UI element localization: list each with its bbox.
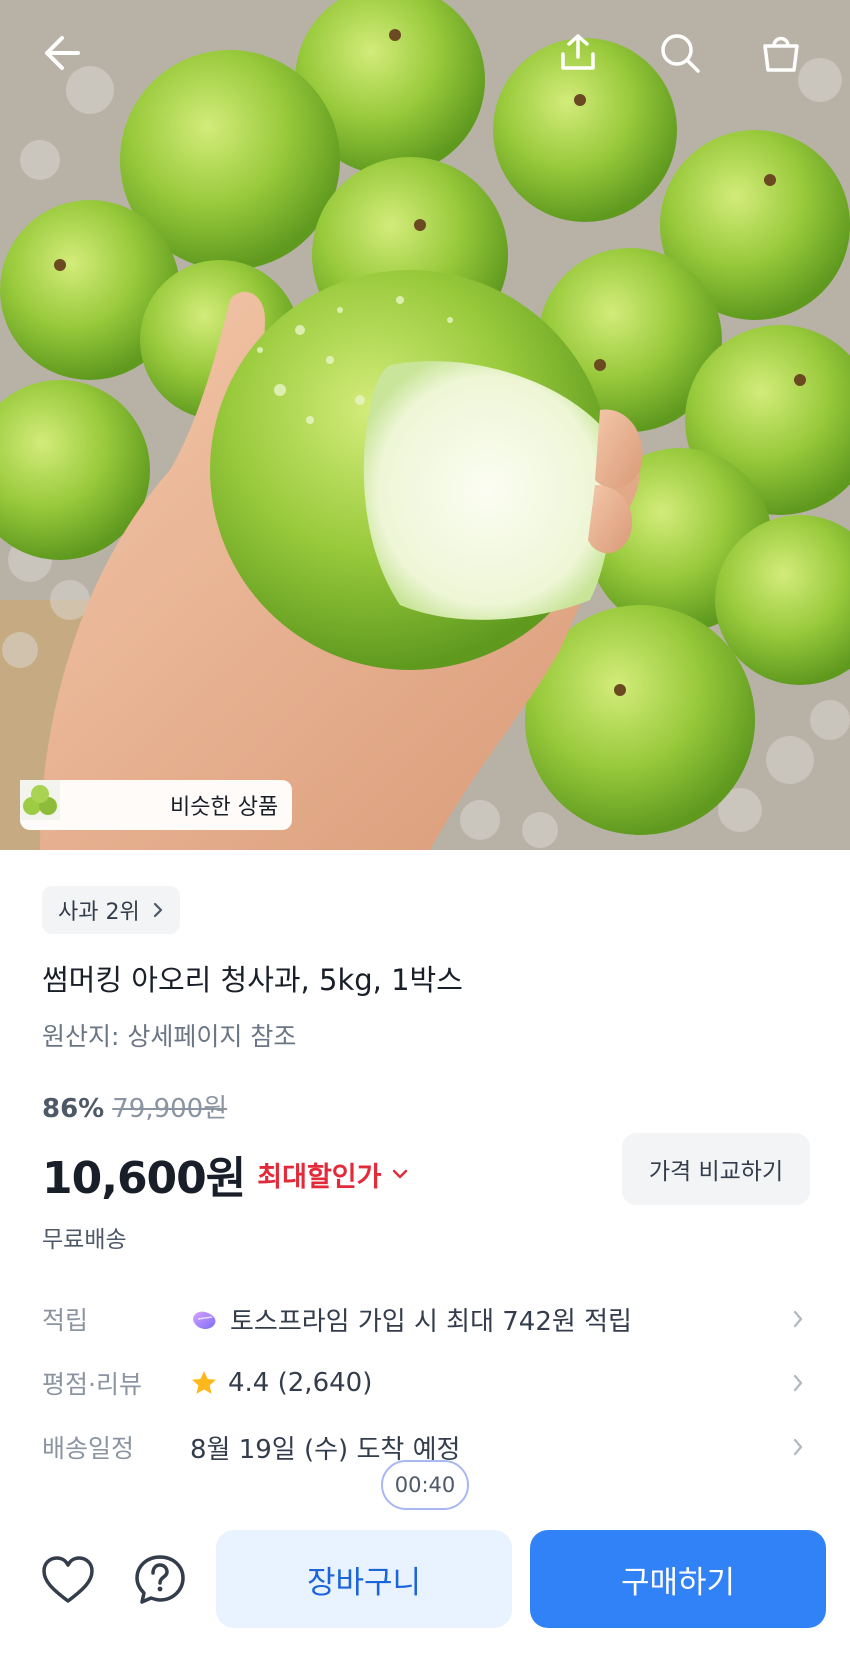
heart-icon xyxy=(42,1556,94,1603)
buy-now-button[interactable]: 구매하기 xyxy=(530,1530,826,1628)
share-button[interactable] xyxy=(556,30,612,86)
chevron-right-icon xyxy=(786,1309,810,1329)
like-button[interactable] xyxy=(38,1550,98,1610)
question-icon xyxy=(135,1555,185,1604)
similar-products-chip[interactable]: 비슷한 상품 xyxy=(20,780,293,830)
back-button[interactable] xyxy=(38,30,94,86)
prime-badge-icon xyxy=(193,1311,216,1329)
max-discount-label: 최대할인가 xyxy=(257,1161,382,1193)
price-row: 10,600원 최대할인가 xyxy=(42,1142,409,1206)
help-button[interactable] xyxy=(130,1550,190,1610)
chevron-down-icon xyxy=(393,1169,408,1179)
delivery-label: 배송일정 xyxy=(42,1434,135,1463)
points-value-wrap: 토스프라임 가입 시 최대 742원 적립 xyxy=(190,1301,786,1338)
add-to-cart-button[interactable]: 장바구니 xyxy=(216,1530,512,1628)
discount-percent: 86% xyxy=(42,1094,105,1124)
chevron-right-icon xyxy=(153,902,162,918)
rating-row[interactable]: 평점·리뷰 4.4 (2,640) xyxy=(42,1360,810,1406)
shipping-info: 무료배송 xyxy=(42,1227,127,1253)
search-icon xyxy=(661,34,700,73)
sale-price: 10,600원 xyxy=(42,1153,246,1204)
similar-thumbnail xyxy=(20,780,112,825)
rating-value: 4.4 (2,640) xyxy=(228,1368,373,1398)
max-discount-toggle[interactable]: 최대할인가 xyxy=(257,1155,409,1194)
price-compare-button[interactable]: 가격 비교하기 xyxy=(622,1133,810,1205)
delivery-value: 8월 19일 (수) 도착 예정 xyxy=(190,1434,461,1465)
share-icon xyxy=(561,34,595,70)
points-row[interactable]: 적립 토스프라임 가입 시 최대 742원 적립 xyxy=(42,1296,810,1342)
bag-button[interactable] xyxy=(758,30,814,86)
chevron-right-icon xyxy=(786,1373,810,1393)
search-button[interactable] xyxy=(657,30,713,86)
discount-row: 86% 79,900원 xyxy=(42,1088,227,1125)
rank-label: 사과 2위 xyxy=(58,900,140,925)
arrow-left-icon xyxy=(45,36,80,70)
timer-badge: 00:40 xyxy=(381,1460,469,1510)
category-rank-chip[interactable]: 사과 2위 xyxy=(42,886,180,934)
product-origin: 원산지: 상세페이지 참조 xyxy=(42,1022,297,1051)
similar-thumbnail xyxy=(20,780,158,825)
rating-value-wrap: 4.4 (2,640) xyxy=(190,1368,786,1398)
apples-photo xyxy=(0,0,850,850)
rating-label: 평점·리뷰 xyxy=(42,1370,142,1399)
shopping-bag-icon xyxy=(763,36,799,72)
top-navigation xyxy=(0,0,850,120)
star-icon xyxy=(192,1371,216,1394)
similar-products-label: 비슷한 상품 xyxy=(170,795,279,820)
product-image[interactable]: 비슷한 상품 xyxy=(0,0,850,850)
product-title: 썸머킹 아오리 청사과, 5kg, 1박스 xyxy=(42,963,463,997)
original-price: 79,900원 xyxy=(112,1094,228,1124)
points-label: 적립 xyxy=(42,1306,89,1335)
chevron-right-icon xyxy=(786,1437,810,1457)
points-value: 토스프라임 가입 시 최대 742원 적립 xyxy=(230,1306,632,1337)
